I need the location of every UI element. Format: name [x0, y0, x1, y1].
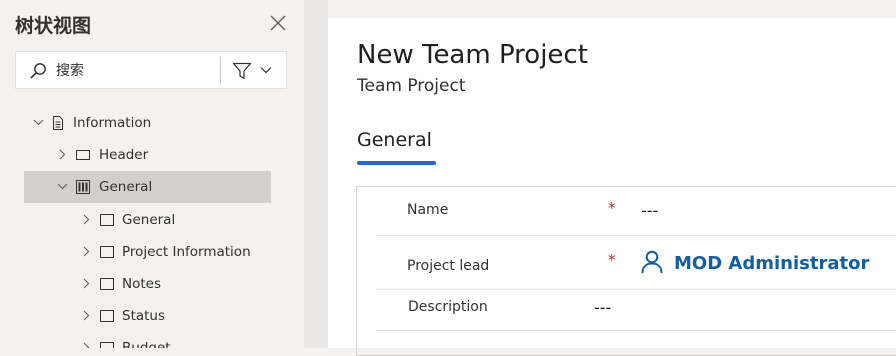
tree-item-label: General [122, 212, 176, 228]
close-button[interactable] [268, 13, 288, 33]
tree-item-notes[interactable]: Notes [24, 268, 271, 300]
form-title: New Team Project [357, 40, 588, 70]
tree-item-budget[interactable]: Budget [24, 332, 271, 348]
tree-item-status[interactable]: Status [24, 300, 271, 332]
tree-item-label: Project Information [122, 244, 251, 260]
chevron-down-icon [33, 119, 44, 126]
required-indicator: * [608, 251, 616, 269]
tree-item-label: Status [122, 308, 166, 324]
rectangle-icon [100, 214, 114, 226]
tree-item-label: Header [99, 147, 149, 163]
chevron-right-icon [83, 278, 90, 289]
close-icon [270, 15, 286, 31]
tree-item-general-section[interactable]: General [24, 204, 271, 236]
rectangle-icon [100, 246, 114, 258]
tab-general[interactable]: General [357, 129, 432, 151]
tree-view-panel: 树状视图 Information [0, 0, 304, 348]
rectangle-icon [100, 278, 114, 290]
chevron-down-icon [57, 183, 68, 190]
chevron-down-icon [260, 67, 272, 74]
tree-item-label: Information [73, 115, 152, 131]
rectangle-icon [100, 342, 114, 348]
chevron-right-icon [83, 246, 90, 257]
tab-active-indicator [357, 161, 436, 165]
description-field[interactable]: --- [594, 298, 611, 317]
search-input[interactable] [56, 60, 206, 82]
form-canvas: New Team Project Team Project General Na… [328, 18, 896, 356]
form-subtitle: Team Project [357, 76, 466, 96]
tree-item-label: General [99, 179, 153, 195]
panel-title: 树状视图 [15, 15, 92, 37]
description-label: Description [408, 299, 488, 315]
filter-button[interactable] [221, 51, 287, 89]
chevron-right-icon [83, 310, 90, 321]
person-icon [641, 250, 663, 274]
project-lead-lookup-link[interactable]: MOD Administrator [674, 253, 869, 274]
chevron-right-icon [83, 214, 90, 225]
rectangle-icon [76, 150, 90, 160]
name-label: Name [407, 202, 449, 218]
row-divider [376, 289, 896, 290]
panel-gutter [304, 0, 328, 348]
search-icon [30, 63, 46, 79]
tree-item-header[interactable]: Header [24, 139, 271, 171]
tree-item-project-information[interactable]: Project Information [24, 236, 271, 268]
rectangle-icon [100, 310, 114, 322]
document-icon [53, 116, 63, 130]
row-divider [376, 330, 896, 331]
tree-item-general-tab[interactable]: General [24, 171, 271, 203]
section-grid-icon [76, 180, 90, 194]
tree-item-label: Budget [122, 340, 171, 348]
tree-item-information[interactable]: Information [24, 107, 271, 139]
required-indicator: * [608, 199, 616, 217]
project-lead-label: Project lead [407, 258, 490, 274]
chevron-right-icon [59, 149, 66, 160]
row-divider [376, 235, 896, 236]
chevron-right-icon [83, 342, 90, 348]
search-box[interactable] [15, 51, 221, 89]
name-field[interactable]: --- [641, 201, 658, 220]
filter-icon [232, 62, 252, 80]
tree-item-label: Notes [122, 276, 161, 292]
